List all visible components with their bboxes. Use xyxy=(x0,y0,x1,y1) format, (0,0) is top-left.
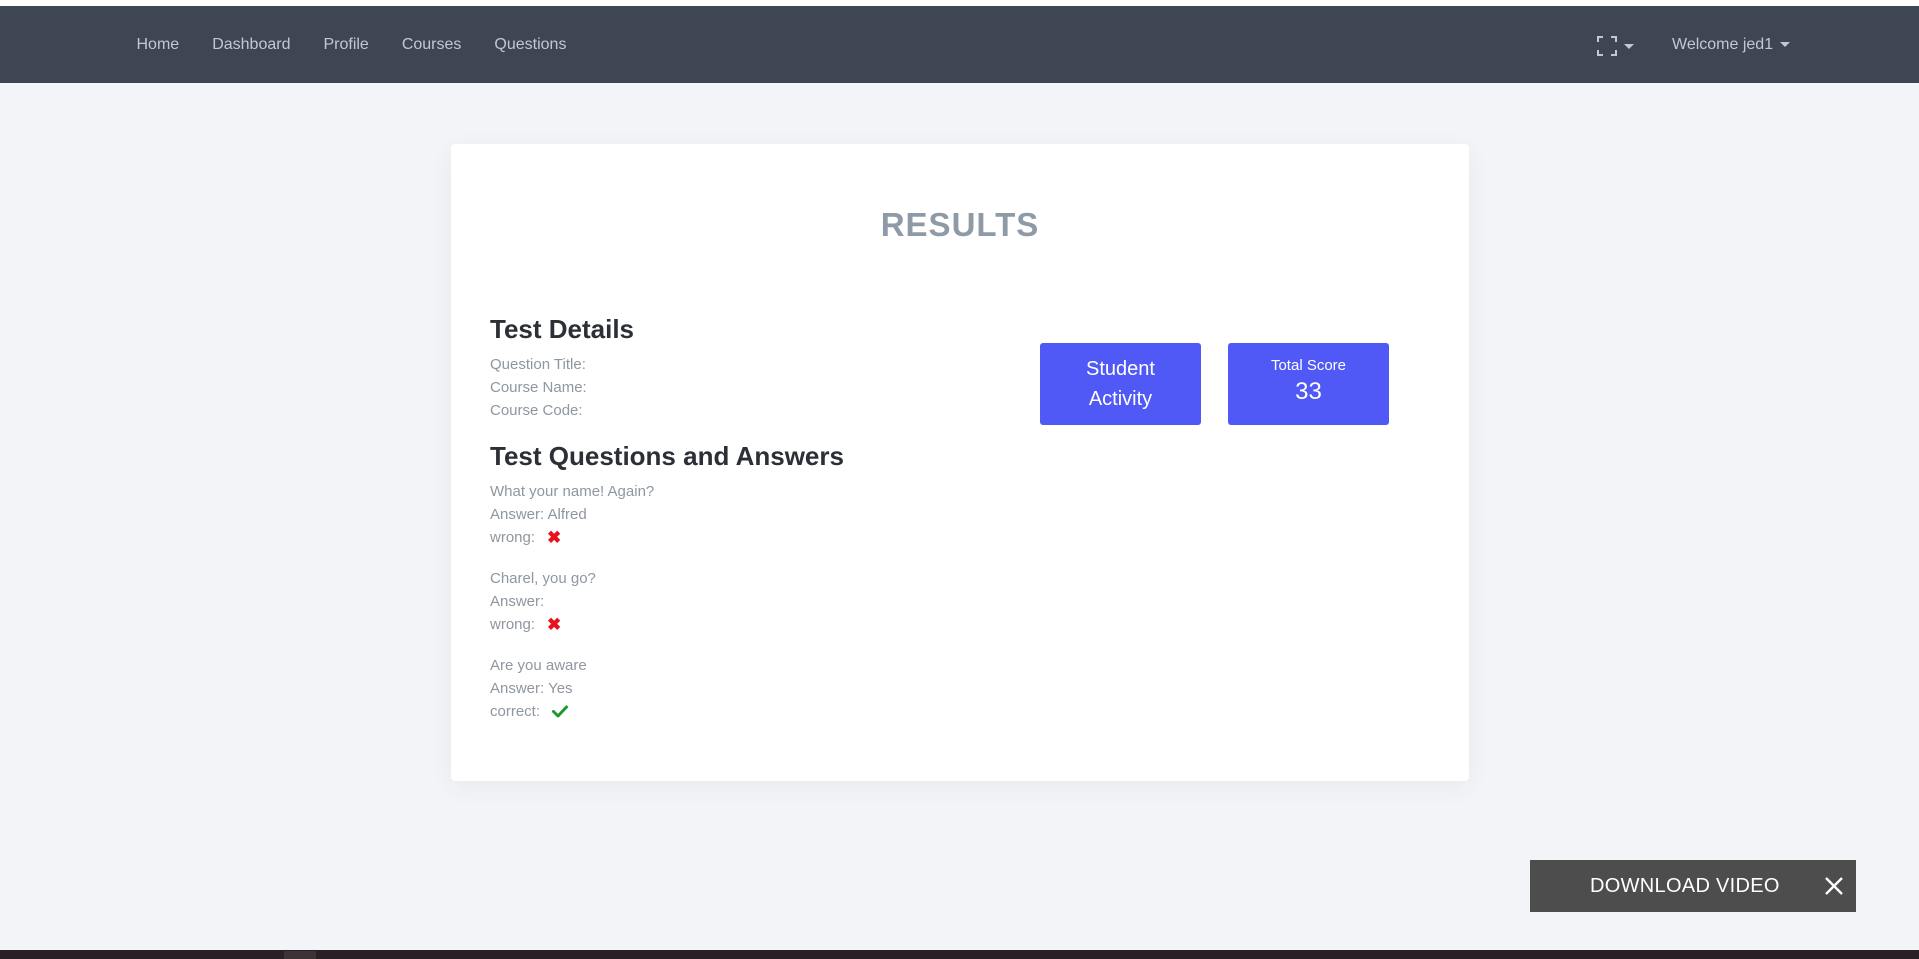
test-details-heading: Test Details xyxy=(490,314,635,344)
total-score-box[interactable]: Total Score 33 xyxy=(1228,343,1389,425)
user-menu-dropdown[interactable]: Welcome jed1 xyxy=(1672,6,1791,83)
nav-profile-link[interactable]: Profile xyxy=(323,36,368,54)
results-card: RESULTS Test Details Question Title: Cou… xyxy=(451,144,1469,781)
result-row: correct: xyxy=(490,700,587,723)
nav-home-link[interactable]: Home xyxy=(137,36,180,54)
chevron-down-icon xyxy=(1624,43,1634,49)
student-activity-line1: Student xyxy=(1086,358,1155,380)
download-video-label: DOWNLOAD VIDEO xyxy=(1590,874,1780,897)
welcome-label: Welcome jed1 xyxy=(1672,35,1774,53)
question-text: Charel, you go? xyxy=(490,570,596,587)
nav-questions-link[interactable]: Questions xyxy=(494,36,566,54)
student-activity-line2: Activity xyxy=(1088,388,1153,410)
page-title: RESULTS xyxy=(880,206,1040,243)
nav-links: Home Dashboard Profile Courses Questions xyxy=(120,6,583,83)
result-status: correct: xyxy=(490,703,541,720)
answer-text: Answer: Yes xyxy=(490,680,573,697)
close-icon[interactable] xyxy=(1822,874,1846,903)
fullscreen-dropdown[interactable] xyxy=(1597,36,1634,56)
cross-icon: ✖ xyxy=(547,528,562,547)
nav-courses-link[interactable]: Courses xyxy=(402,36,462,54)
course-code-label: Course Code: xyxy=(490,402,583,419)
result-status: wrong: xyxy=(490,529,536,546)
nav-dashboard-link[interactable]: Dashboard xyxy=(212,36,290,54)
result-row: wrong: ✖ xyxy=(490,613,596,636)
qa-item: What your name! Again? Answer: Alfred wr… xyxy=(490,480,654,549)
navbar: Home Dashboard Profile Courses Questions… xyxy=(0,6,1919,83)
qa-heading: Test Questions and Answers xyxy=(490,441,844,471)
total-score-label: Total Score xyxy=(1270,357,1347,374)
student-activity-button[interactable]: Student Activity xyxy=(1040,343,1201,425)
check-icon xyxy=(552,705,569,718)
question-title-label: Question Title: xyxy=(490,356,586,373)
answer-text: Answer: Alfred xyxy=(490,506,587,523)
total-score-value: 33 xyxy=(1295,378,1322,405)
download-video-bar[interactable]: DOWNLOAD VIDEO xyxy=(1530,860,1856,912)
question-text: Are you aware xyxy=(490,657,587,674)
taskbar-tab[interactable] xyxy=(284,951,316,959)
qa-item: Are you aware Answer: Yes correct: xyxy=(490,654,587,723)
question-text: What your name! Again? xyxy=(490,483,655,500)
course-name-label: Course Name: xyxy=(490,379,587,396)
result-status: wrong: xyxy=(490,616,536,633)
answer-text: Answer: xyxy=(490,593,545,610)
qa-item: Charel, you go? Answer: wrong: ✖ xyxy=(490,567,596,636)
result-row: wrong: ✖ xyxy=(490,526,654,549)
fullscreen-icon xyxy=(1597,36,1617,56)
cross-icon: ✖ xyxy=(547,615,562,634)
chevron-down-icon xyxy=(1780,42,1791,47)
